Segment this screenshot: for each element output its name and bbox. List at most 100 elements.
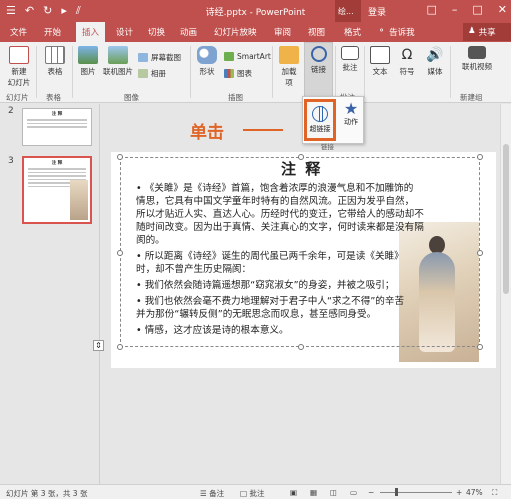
para-line: • 情感，这才应该是诗的根本意义。 [136, 325, 289, 336]
slideshow-view-icon[interactable]: ▭ [350, 488, 357, 497]
links-label: 链接 [311, 65, 326, 74]
new-slide-button[interactable]: 新建 幻灯片 [4, 46, 34, 88]
slide-number-3: 3 [8, 156, 14, 166]
zoom-slider[interactable] [380, 492, 452, 493]
normal-view-icon[interactable]: ▣ [290, 488, 297, 497]
picture-icon [78, 46, 98, 64]
resize-handle[interactable] [477, 344, 483, 350]
maximize-icon[interactable]: □ [472, 3, 482, 16]
tab-transitions[interactable]: 切换 [148, 26, 165, 38]
action-button[interactable]: ★ 动作 [339, 101, 363, 141]
text-button[interactable]: 文本 [368, 46, 392, 77]
slide-thumbnail-3[interactable]: 注 释 [22, 156, 92, 224]
media-button[interactable]: 🔊 媒体 [422, 46, 448, 77]
tab-format[interactable]: 格式 [344, 26, 361, 38]
minimize-icon[interactable]: – [452, 3, 458, 16]
comments-button[interactable]: □ 批注 [240, 488, 264, 499]
table-button[interactable]: 表格 [42, 46, 68, 77]
scroll-thumb[interactable] [503, 144, 509, 294]
addins-label: 加载 项 [281, 67, 297, 87]
zoom-slider-thumb[interactable] [395, 488, 398, 496]
group-separator [450, 46, 451, 98]
comment-button[interactable]: 批注 [338, 46, 362, 73]
tab-design[interactable]: 设计 [116, 26, 133, 38]
group-separator [72, 46, 73, 98]
zoom-level[interactable]: 47% [466, 488, 483, 497]
zoom-out-icon[interactable]: − [368, 488, 374, 497]
resize-handle[interactable] [117, 344, 123, 350]
tell-me-box[interactable]: ⚬ 告诉我 [378, 26, 415, 38]
group-new-label: 新建组 [460, 93, 483, 102]
resize-handle[interactable] [117, 250, 123, 256]
slide-title[interactable]: 注 释 [281, 158, 322, 179]
tab-view[interactable]: 视图 [308, 26, 325, 38]
table-icon [45, 46, 65, 64]
resize-handle[interactable] [298, 154, 304, 160]
symbols-button[interactable]: Ω 符号 [394, 46, 420, 77]
slide-sorter-icon[interactable]: ▦ [310, 488, 317, 497]
close-icon[interactable]: ✕ [498, 3, 507, 16]
group-slides-label: 幻灯片 [6, 93, 29, 102]
zoom-in-icon[interactable]: + [456, 488, 462, 497]
new-slide-icon [9, 46, 29, 64]
vertical-scrollbar[interactable] [500, 104, 511, 484]
online-video-button[interactable]: 联机视频 [454, 46, 500, 72]
screenshot-button[interactable]: 屏幕截图 [138, 52, 181, 63]
thumbnail-text-line [27, 122, 87, 124]
share-label: 共享 [478, 28, 496, 38]
slide-thumbnail-2[interactable]: 注 释 [22, 108, 92, 146]
para-line: • 《关雎》是《诗经》首篇，饱含着浓厚的浪漫气息和不加雕饰的 [136, 183, 414, 194]
resize-handle[interactable] [298, 344, 304, 350]
picture-label: 图片 [80, 67, 96, 76]
slide-canvas[interactable]: 注 释 • 《关雎》是《诗经》首篇，饱含着浓厚的浪漫气息和不加雕饰的 情思，它具… [111, 152, 496, 368]
chart-button[interactable]: 图表 [224, 68, 252, 79]
resize-handle[interactable] [477, 154, 483, 160]
reading-view-icon[interactable]: ◫ [330, 488, 337, 497]
share-button[interactable]: ♟ 共享 [463, 23, 511, 41]
thumbnail-text-line [27, 119, 87, 121]
hyperlink-label: 超链接 [309, 125, 331, 133]
autofit-options-icon[interactable]: ⇕ [93, 340, 104, 351]
picture-button[interactable]: 图片 [76, 46, 100, 77]
content-textbox[interactable]: 注 释 • 《关雎》是《诗经》首篇，饱含着浓厚的浪漫气息和不加雕饰的 情思，它具… [117, 154, 483, 350]
links-button[interactable]: 链接 [305, 46, 332, 75]
status-bar: 幻灯片 第 3 张，共 3 张 ☰ 备注 □ 批注 ▣ ▦ ◫ ▭ − + 47… [0, 484, 511, 499]
callout-pointer-line [243, 129, 283, 131]
addins-button[interactable]: 加载 项 [276, 46, 302, 88]
resize-handle[interactable] [477, 250, 483, 256]
text-label: 文本 [372, 67, 388, 76]
tab-animations[interactable]: 动画 [180, 26, 197, 38]
ribbon-display-icon[interactable]: □ [426, 3, 436, 16]
notes-button[interactable]: ☰ 备注 [200, 488, 224, 499]
para-line: 并为那份“辗转反侧”的无眠思念而叹息，甚至感同身受。 [136, 309, 377, 320]
tab-review[interactable]: 审阅 [274, 26, 291, 38]
resize-handle[interactable] [117, 154, 123, 160]
group-separator [364, 46, 365, 98]
click-callout-label: 单击 [190, 123, 224, 143]
group-separator [335, 46, 336, 98]
tab-home[interactable]: 开始 [44, 26, 61, 38]
tab-slideshow[interactable]: 幻灯片放映 [214, 26, 257, 38]
tab-insert[interactable]: 插入 [76, 22, 106, 42]
hyperlink-button[interactable]: 超链接 [304, 99, 336, 141]
screenshot-label: 屏幕截图 [151, 53, 181, 62]
shapes-button[interactable]: 形状 [194, 46, 220, 77]
album-button[interactable]: 相册 [138, 68, 166, 79]
omega-icon: Ω [401, 47, 413, 63]
fit-to-window-icon[interactable]: ⛶ [492, 488, 497, 498]
online-picture-button[interactable]: 联机图片 [102, 46, 134, 77]
login-button[interactable]: 登录 [368, 5, 386, 18]
ribbon-tabs: 文件 开始 插入 设计 切换 动画 幻灯片放映 审阅 视图 格式 ⚬ 告诉我 ♟… [0, 22, 511, 42]
para-line: • 我们依然会随诗篇遥想那“窈窕淑女”的身姿，并被之吸引； [136, 280, 395, 291]
online-picture-label: 联机图片 [103, 67, 133, 76]
tab-file[interactable]: 文件 [10, 26, 27, 38]
online-video-label: 联机视频 [462, 62, 492, 71]
slide-number-2: 2 [8, 106, 14, 116]
media-label: 媒体 [427, 67, 443, 76]
star-action-icon: ★ [343, 99, 359, 118]
para-line: 所以才贴近人实、直达人心。历经时代的变迁，它带给人的感动却不 [136, 209, 424, 220]
drawing-tools-context: 绘... [335, 0, 361, 22]
smartart-button[interactable]: SmartArt [224, 52, 271, 61]
textbox-icon [370, 46, 390, 64]
online-picture-icon [108, 46, 128, 64]
